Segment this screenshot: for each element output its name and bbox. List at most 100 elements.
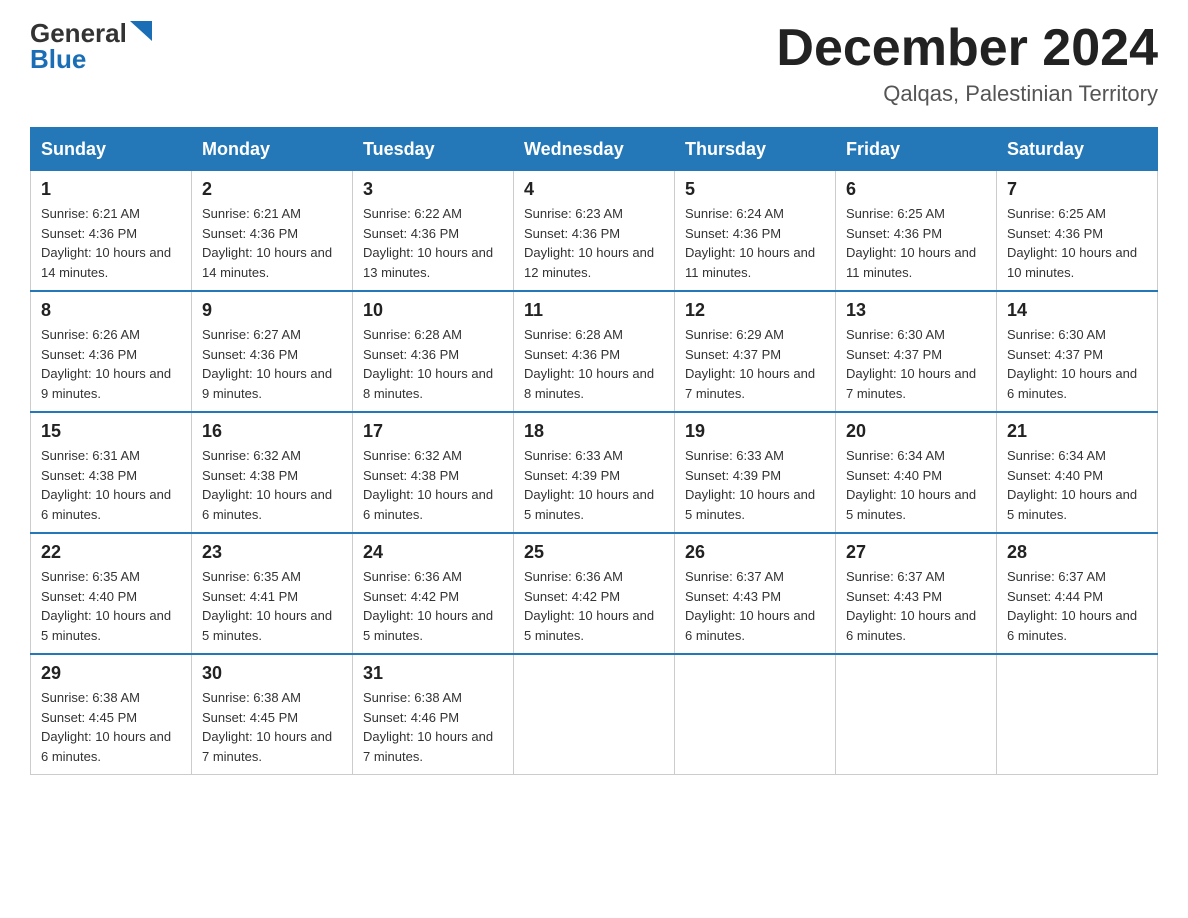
day-info: Sunrise: 6:25 AM Sunset: 4:36 PM Dayligh… (1007, 204, 1147, 282)
calendar-cell: 23 Sunrise: 6:35 AM Sunset: 4:41 PM Dayl… (192, 533, 353, 654)
day-info: Sunrise: 6:37 AM Sunset: 4:44 PM Dayligh… (1007, 567, 1147, 645)
calendar-cell: 12 Sunrise: 6:29 AM Sunset: 4:37 PM Dayl… (675, 291, 836, 412)
day-info: Sunrise: 6:30 AM Sunset: 4:37 PM Dayligh… (1007, 325, 1147, 403)
day-info: Sunrise: 6:28 AM Sunset: 4:36 PM Dayligh… (363, 325, 503, 403)
calendar-cell: 1 Sunrise: 6:21 AM Sunset: 4:36 PM Dayli… (31, 171, 192, 292)
day-number: 16 (202, 421, 342, 442)
day-info: Sunrise: 6:37 AM Sunset: 4:43 PM Dayligh… (685, 567, 825, 645)
day-info: Sunrise: 6:33 AM Sunset: 4:39 PM Dayligh… (524, 446, 664, 524)
day-number: 28 (1007, 542, 1147, 563)
calendar-cell: 11 Sunrise: 6:28 AM Sunset: 4:36 PM Dayl… (514, 291, 675, 412)
day-info: Sunrise: 6:22 AM Sunset: 4:36 PM Dayligh… (363, 204, 503, 282)
calendar-cell: 4 Sunrise: 6:23 AM Sunset: 4:36 PM Dayli… (514, 171, 675, 292)
calendar-cell: 7 Sunrise: 6:25 AM Sunset: 4:36 PM Dayli… (997, 171, 1158, 292)
day-number: 10 (363, 300, 503, 321)
day-info: Sunrise: 6:25 AM Sunset: 4:36 PM Dayligh… (846, 204, 986, 282)
calendar-cell: 2 Sunrise: 6:21 AM Sunset: 4:36 PM Dayli… (192, 171, 353, 292)
day-number: 4 (524, 179, 664, 200)
calendar-cell: 14 Sunrise: 6:30 AM Sunset: 4:37 PM Dayl… (997, 291, 1158, 412)
day-info: Sunrise: 6:21 AM Sunset: 4:36 PM Dayligh… (41, 204, 181, 282)
day-info: Sunrise: 6:32 AM Sunset: 4:38 PM Dayligh… (202, 446, 342, 524)
week-row-1: 1 Sunrise: 6:21 AM Sunset: 4:36 PM Dayli… (31, 171, 1158, 292)
calendar-cell: 15 Sunrise: 6:31 AM Sunset: 4:38 PM Dayl… (31, 412, 192, 533)
day-number: 12 (685, 300, 825, 321)
day-info: Sunrise: 6:26 AM Sunset: 4:36 PM Dayligh… (41, 325, 181, 403)
calendar-cell: 28 Sunrise: 6:37 AM Sunset: 4:44 PM Dayl… (997, 533, 1158, 654)
calendar-cell: 3 Sunrise: 6:22 AM Sunset: 4:36 PM Dayli… (353, 171, 514, 292)
day-info: Sunrise: 6:31 AM Sunset: 4:38 PM Dayligh… (41, 446, 181, 524)
day-number: 30 (202, 663, 342, 684)
day-info: Sunrise: 6:36 AM Sunset: 4:42 PM Dayligh… (524, 567, 664, 645)
day-info: Sunrise: 6:33 AM Sunset: 4:39 PM Dayligh… (685, 446, 825, 524)
day-info: Sunrise: 6:24 AM Sunset: 4:36 PM Dayligh… (685, 204, 825, 282)
day-info: Sunrise: 6:30 AM Sunset: 4:37 PM Dayligh… (846, 325, 986, 403)
week-row-2: 8 Sunrise: 6:26 AM Sunset: 4:36 PM Dayli… (31, 291, 1158, 412)
day-number: 6 (846, 179, 986, 200)
day-info: Sunrise: 6:23 AM Sunset: 4:36 PM Dayligh… (524, 204, 664, 282)
day-info: Sunrise: 6:35 AM Sunset: 4:40 PM Dayligh… (41, 567, 181, 645)
calendar-title: December 2024 (776, 20, 1158, 77)
day-info: Sunrise: 6:37 AM Sunset: 4:43 PM Dayligh… (846, 567, 986, 645)
day-number: 24 (363, 542, 503, 563)
calendar-cell: 9 Sunrise: 6:27 AM Sunset: 4:36 PM Dayli… (192, 291, 353, 412)
day-number: 31 (363, 663, 503, 684)
day-number: 1 (41, 179, 181, 200)
calendar-cell: 31 Sunrise: 6:38 AM Sunset: 4:46 PM Dayl… (353, 654, 514, 775)
column-header-friday: Friday (836, 128, 997, 171)
day-number: 15 (41, 421, 181, 442)
column-header-monday: Monday (192, 128, 353, 171)
column-header-thursday: Thursday (675, 128, 836, 171)
logo-general: General (30, 20, 127, 46)
week-row-3: 15 Sunrise: 6:31 AM Sunset: 4:38 PM Dayl… (31, 412, 1158, 533)
calendar-cell: 21 Sunrise: 6:34 AM Sunset: 4:40 PM Dayl… (997, 412, 1158, 533)
day-number: 5 (685, 179, 825, 200)
day-number: 27 (846, 542, 986, 563)
calendar-subtitle: Qalqas, Palestinian Territory (776, 81, 1158, 107)
day-number: 23 (202, 542, 342, 563)
day-info: Sunrise: 6:38 AM Sunset: 4:45 PM Dayligh… (202, 688, 342, 766)
day-number: 14 (1007, 300, 1147, 321)
calendar-cell: 5 Sunrise: 6:24 AM Sunset: 4:36 PM Dayli… (675, 171, 836, 292)
column-header-saturday: Saturday (997, 128, 1158, 171)
calendar-cell: 26 Sunrise: 6:37 AM Sunset: 4:43 PM Dayl… (675, 533, 836, 654)
day-info: Sunrise: 6:27 AM Sunset: 4:36 PM Dayligh… (202, 325, 342, 403)
day-number: 3 (363, 179, 503, 200)
day-number: 2 (202, 179, 342, 200)
day-number: 26 (685, 542, 825, 563)
calendar-cell: 16 Sunrise: 6:32 AM Sunset: 4:38 PM Dayl… (192, 412, 353, 533)
calendar-cell: 20 Sunrise: 6:34 AM Sunset: 4:40 PM Dayl… (836, 412, 997, 533)
day-number: 21 (1007, 421, 1147, 442)
calendar-cell: 18 Sunrise: 6:33 AM Sunset: 4:39 PM Dayl… (514, 412, 675, 533)
day-info: Sunrise: 6:38 AM Sunset: 4:45 PM Dayligh… (41, 688, 181, 766)
calendar-cell: 25 Sunrise: 6:36 AM Sunset: 4:42 PM Dayl… (514, 533, 675, 654)
day-number: 7 (1007, 179, 1147, 200)
calendar-cell: 29 Sunrise: 6:38 AM Sunset: 4:45 PM Dayl… (31, 654, 192, 775)
day-info: Sunrise: 6:38 AM Sunset: 4:46 PM Dayligh… (363, 688, 503, 766)
day-number: 25 (524, 542, 664, 563)
day-number: 20 (846, 421, 986, 442)
day-number: 18 (524, 421, 664, 442)
logo-triangle-icon (130, 21, 152, 41)
logo-blue: Blue (30, 46, 86, 72)
calendar-cell: 13 Sunrise: 6:30 AM Sunset: 4:37 PM Dayl… (836, 291, 997, 412)
day-number: 9 (202, 300, 342, 321)
day-info: Sunrise: 6:28 AM Sunset: 4:36 PM Dayligh… (524, 325, 664, 403)
day-number: 29 (41, 663, 181, 684)
calendar-cell: 24 Sunrise: 6:36 AM Sunset: 4:42 PM Dayl… (353, 533, 514, 654)
page-header: General Blue December 2024 Qalqas, Pales… (30, 20, 1158, 107)
calendar-cell: 19 Sunrise: 6:33 AM Sunset: 4:39 PM Dayl… (675, 412, 836, 533)
day-number: 8 (41, 300, 181, 321)
calendar-cell: 10 Sunrise: 6:28 AM Sunset: 4:36 PM Dayl… (353, 291, 514, 412)
calendar-cell: 22 Sunrise: 6:35 AM Sunset: 4:40 PM Dayl… (31, 533, 192, 654)
calendar-cell: 8 Sunrise: 6:26 AM Sunset: 4:36 PM Dayli… (31, 291, 192, 412)
day-number: 17 (363, 421, 503, 442)
calendar-cell: 17 Sunrise: 6:32 AM Sunset: 4:38 PM Dayl… (353, 412, 514, 533)
day-info: Sunrise: 6:34 AM Sunset: 4:40 PM Dayligh… (1007, 446, 1147, 524)
day-info: Sunrise: 6:21 AM Sunset: 4:36 PM Dayligh… (202, 204, 342, 282)
week-row-4: 22 Sunrise: 6:35 AM Sunset: 4:40 PM Dayl… (31, 533, 1158, 654)
column-header-tuesday: Tuesday (353, 128, 514, 171)
day-info: Sunrise: 6:35 AM Sunset: 4:41 PM Dayligh… (202, 567, 342, 645)
day-info: Sunrise: 6:29 AM Sunset: 4:37 PM Dayligh… (685, 325, 825, 403)
day-number: 11 (524, 300, 664, 321)
calendar-cell (675, 654, 836, 775)
